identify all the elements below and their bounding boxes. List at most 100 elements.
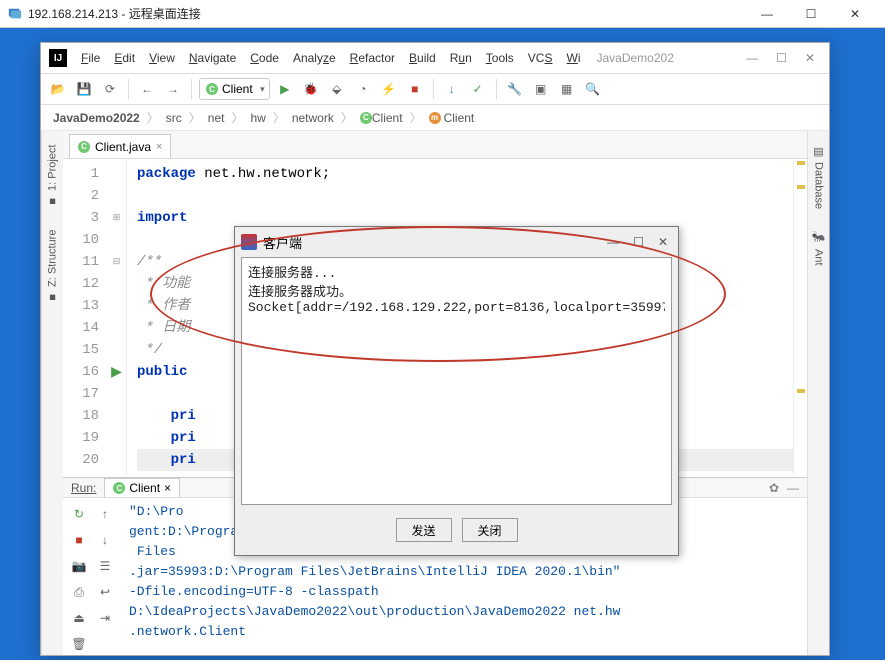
ide-close-button[interactable]: ✕ (805, 51, 815, 65)
class-icon: C (113, 482, 125, 494)
overview-ruler[interactable] (793, 159, 807, 477)
editor-tabs: C Client.java × (63, 131, 807, 159)
rdp-title: 192.168.214.213 - 远程桌面连接 (28, 5, 745, 22)
filter-icon[interactable]: ☰ (95, 556, 115, 576)
fold-icon[interactable]: ⊟ (107, 251, 126, 273)
rdp-titlebar: 192.168.214.213 - 远程桌面连接 — ☐ ✕ (0, 0, 885, 28)
tab-label: Client.java (95, 140, 151, 154)
crumb-root[interactable]: JavaDemo2022 (49, 111, 144, 125)
class-icon: C (206, 83, 218, 95)
menu-run[interactable]: Run (444, 48, 478, 68)
search-icon[interactable]: 🔍 (582, 78, 604, 100)
menu-window[interactable]: Wi (560, 48, 586, 68)
vcs-update-icon[interactable]: ↓ (441, 78, 463, 100)
menu-vcs[interactable]: VCS (522, 48, 559, 68)
menu-refactor[interactable]: Refactor (344, 48, 401, 68)
fold-gutter: ⊞ ⊟ ▶ (107, 159, 127, 477)
back-icon[interactable]: ← (136, 78, 158, 100)
rdp-close-button[interactable]: ✕ (833, 0, 877, 28)
rdp-minimize-button[interactable]: — (745, 0, 789, 28)
method-icon: m (429, 112, 441, 124)
open-icon[interactable]: 📂 (47, 78, 69, 100)
menu-file[interactable]: File (75, 48, 106, 68)
save-icon[interactable]: 💾 (73, 78, 95, 100)
profile-button[interactable]: ◔ (352, 78, 374, 100)
crumb-item[interactable]: network (288, 111, 338, 125)
right-tool-strip: ▤ Database 🐜 Ant (807, 131, 829, 655)
wrench-icon[interactable]: 🔧 (504, 78, 526, 100)
ide-maximize-button[interactable]: ☐ (776, 51, 787, 65)
vcs-commit-icon[interactable]: ✓ (467, 78, 489, 100)
coverage-button[interactable]: ⬙ (326, 78, 348, 100)
java-icon (241, 234, 257, 250)
menu-tools[interactable]: Tools (480, 48, 520, 68)
rdp-maximize-button[interactable]: ☐ (789, 0, 833, 28)
refresh-icon[interactable]: ⟳ (99, 78, 121, 100)
run-button[interactable]: ▶ (274, 78, 296, 100)
crumb-item[interactable]: C Client (356, 111, 407, 125)
menu-build[interactable]: Build (403, 48, 442, 68)
attach-icon[interactable]: ⚡ (378, 78, 400, 100)
menu-edit[interactable]: Edit (108, 48, 141, 68)
menu-view[interactable]: View (143, 48, 181, 68)
trash-icon[interactable]: 🗑 (69, 634, 89, 654)
structure-icon[interactable]: ▣ (530, 78, 552, 100)
crumb-item[interactable]: m Client (425, 111, 479, 125)
database-toolwindow-tab[interactable]: ▤ Database (808, 139, 829, 215)
project-toolwindow-tab[interactable]: ■ 1: Project (42, 139, 63, 213)
ide-minimize-button[interactable]: — (746, 51, 758, 65)
line-gutter: 123 101112 131415 161718 1920 (63, 159, 107, 477)
client-dialog: 客户端 — ☐ ✕ 连接服务器... 连接服务器成功。 Socket[addr=… (234, 226, 679, 556)
menu-code[interactable]: Code (244, 48, 285, 68)
dialog-title: 客户端 (263, 233, 607, 252)
run-side-toolbar: ↻ ↑ ■ ↓ 📷 ☰ ⎙ ↩ ⏏ ⇥ 🗑 (63, 498, 121, 660)
menu-navigate[interactable]: Navigate (183, 48, 242, 68)
class-icon: C (360, 112, 372, 124)
run-label: Run: (71, 481, 96, 495)
dialog-titlebar[interactable]: 客户端 — ☐ ✕ (235, 227, 678, 257)
dialog-close-button[interactable]: ✕ (658, 235, 668, 249)
down-icon[interactable]: ↓ (95, 530, 115, 550)
hide-icon[interactable]: — (787, 481, 799, 495)
crumb-item[interactable]: src (162, 111, 186, 125)
close-icon[interactable]: × (164, 481, 171, 495)
debug-button[interactable]: 🐞 (300, 78, 322, 100)
scroll-icon[interactable]: ⇥ (95, 608, 115, 628)
left-tool-strip: ■ Z: Structure ■ 1: Project (41, 131, 63, 655)
menu-analyze[interactable]: Analyze (287, 48, 342, 68)
class-icon: C (78, 141, 90, 153)
exit-icon[interactable]: ⏏ (69, 608, 89, 628)
run-gutter-icon[interactable]: ▶ (107, 361, 126, 383)
main-menubar: File Edit View Navigate Code Analyze Ref… (75, 48, 586, 68)
ide-project-label: JavaDemo202 (596, 51, 673, 65)
editor-tab[interactable]: C Client.java × (69, 134, 171, 158)
breadcrumb: JavaDemo2022 〉 src 〉 net 〉 hw 〉 network … (41, 105, 829, 131)
close-tab-icon[interactable]: × (156, 141, 162, 153)
rdp-icon (8, 7, 22, 21)
intellij-logo-icon: IJ (49, 49, 67, 67)
wrap-icon[interactable]: ↩ (95, 582, 115, 602)
ide-titlebar: IJ File Edit View Navigate Code Analyze … (41, 43, 829, 73)
main-toolbar: 📂 💾 ⟳ ← → C Client ▶ 🐞 ⬙ ◔ ⚡ ■ ↓ ✓ 🔧 ▣ ▦… (41, 73, 829, 105)
stop-button[interactable]: ■ (404, 78, 426, 100)
fold-icon[interactable]: ⊞ (107, 207, 126, 229)
run-config-select[interactable]: C Client (199, 78, 270, 100)
dialog-textarea[interactable]: 连接服务器... 连接服务器成功。 Socket[addr=/192.168.1… (241, 257, 672, 505)
structure-toolwindow-tab[interactable]: ■ Z: Structure (42, 223, 63, 308)
rerun-icon[interactable]: ↻ (69, 504, 89, 524)
forward-icon[interactable]: → (162, 78, 184, 100)
gear-icon[interactable]: ✿ (769, 481, 779, 495)
crumb-item[interactable]: hw (246, 111, 269, 125)
send-button[interactable]: 发送 (396, 518, 452, 542)
ant-toolwindow-tab[interactable]: 🐜 Ant (808, 225, 829, 271)
dialog-maximize-button[interactable]: ☐ (633, 235, 644, 249)
run-tab[interactable]: C Client × (104, 478, 180, 497)
stop-icon[interactable]: ■ (69, 530, 89, 550)
settings-icon[interactable]: ▦ (556, 78, 578, 100)
crumb-item[interactable]: net (204, 111, 229, 125)
close-button[interactable]: 关闭 (462, 518, 518, 542)
up-icon[interactable]: ↑ (95, 504, 115, 524)
camera-icon[interactable]: 📷 (69, 556, 89, 576)
print-icon[interactable]: ⎙ (69, 582, 89, 602)
dialog-minimize-button[interactable]: — (607, 235, 619, 249)
